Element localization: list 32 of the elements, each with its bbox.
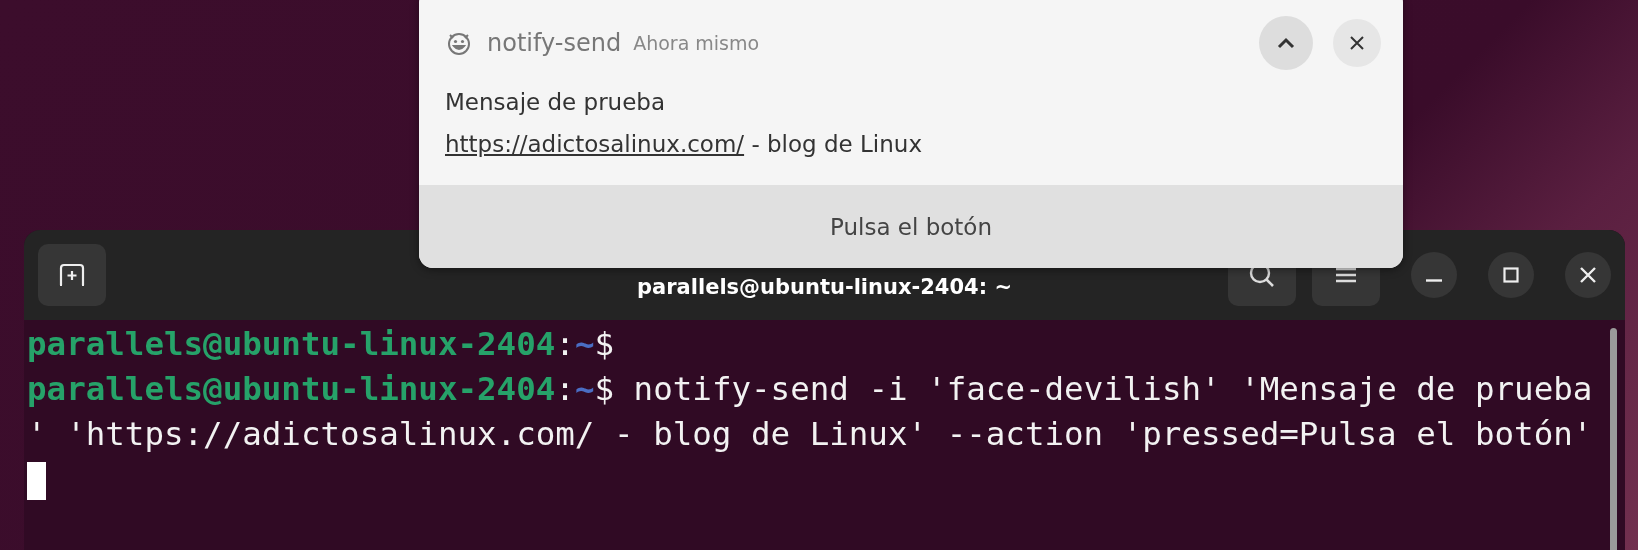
minimize-button[interactable] [1411, 252, 1457, 298]
close-icon [1579, 266, 1597, 284]
prompt-sign: $ [594, 325, 615, 363]
expand-button[interactable] [1259, 16, 1313, 70]
notification-summary: Mensaje de prueba [444, 88, 667, 117]
maximize-button[interactable] [1488, 252, 1534, 298]
prompt-sign: $ [594, 370, 615, 408]
maximize-icon [1503, 267, 1519, 283]
chevron-up-icon [1276, 36, 1296, 50]
command-text: notify-send -i 'face-devilish' 'Mensaje de prueba [632, 370, 1593, 408]
app-name: notify-send [487, 29, 622, 57]
action-button[interactable]: Pulsa el botón [419, 185, 1403, 268]
prompt-path: ~ [574, 370, 595, 408]
new-tab-button[interactable] [38, 244, 106, 306]
prompt-separator: : [555, 325, 575, 363]
command-text: ' 'https://adictosalinux.com/ - blog de Linux' --action 'pressed=Pulsa el botón' [27, 415, 1593, 453]
link[interactable]: https://adictosalinux.com/ [445, 131, 745, 157]
text-cursor [27, 462, 46, 500]
new-tab-icon [58, 262, 86, 288]
close-button[interactable] [1565, 252, 1611, 298]
timestamp: Ahora mismo [633, 32, 760, 54]
prompt-user-host: parallels@ubuntu-linux-2404 [27, 370, 556, 408]
prompt-user-host: parallels@ubuntu-linux-2404 [27, 325, 556, 363]
minimize-icon [1426, 278, 1442, 282]
close-icon [1349, 35, 1365, 51]
prompt-path: ~ [574, 325, 595, 363]
window-title: parallels@ubuntu-linux-2404: ~ [637, 274, 1012, 300]
dismiss-button[interactable] [1333, 19, 1381, 67]
notification-body: - blog de Linux [750, 131, 922, 157]
prompt-separator: : [555, 370, 575, 408]
menu-icon [1334, 266, 1358, 284]
scrollbar[interactable] [1610, 328, 1617, 550]
